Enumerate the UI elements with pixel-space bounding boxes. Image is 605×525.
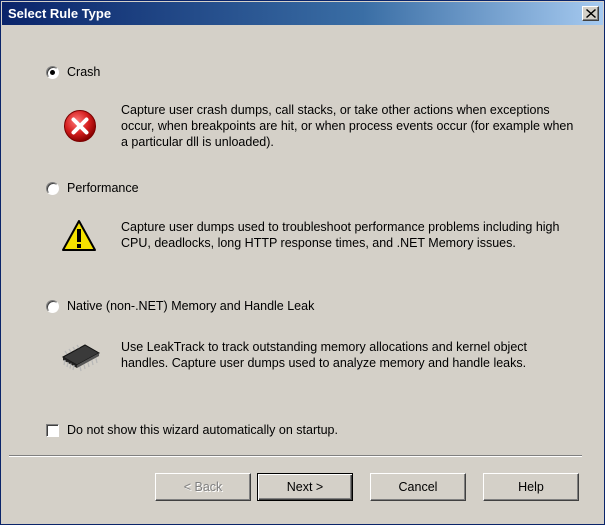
cancel-button[interactable]: Cancel xyxy=(370,473,466,501)
title-bar: Select Rule Type xyxy=(2,2,603,25)
performance-description: Capture user dumps used to troubleshoot … xyxy=(121,220,560,250)
crash-description: Capture user crash dumps, call stacks, o… xyxy=(121,103,574,149)
next-button[interactable]: Next > xyxy=(257,473,353,501)
close-button[interactable] xyxy=(582,6,599,21)
native-memory-radio[interactable] xyxy=(46,299,59,313)
crash-radio[interactable] xyxy=(46,65,59,79)
performance-radio[interactable] xyxy=(46,181,59,195)
memory-chip-icon xyxy=(59,339,103,376)
error-icon xyxy=(63,109,97,146)
crash-label: Crash xyxy=(67,65,101,79)
native-memory-description: Use LeakTrack to track outstanding memor… xyxy=(121,340,527,370)
select-rule-type-dialog: Select Rule Type Crash Capture user cras… xyxy=(0,0,605,525)
close-icon xyxy=(586,9,596,18)
performance-radio-option[interactable]: Performance xyxy=(46,179,139,197)
warning-icon xyxy=(61,219,97,256)
help-button[interactable]: Help xyxy=(483,473,579,501)
startup-checkbox[interactable] xyxy=(46,423,59,437)
crash-radio-option[interactable]: Crash xyxy=(46,63,100,81)
startup-checkbox-label: Do not show this wizard automatically on… xyxy=(67,423,338,437)
performance-label: Performance xyxy=(67,181,139,195)
native-memory-radio-option[interactable]: Native (non-.NET) Memory and Handle Leak xyxy=(46,297,314,315)
startup-checkbox-option[interactable]: Do not show this wizard automatically on… xyxy=(46,423,338,437)
dialog-title: Select Rule Type xyxy=(8,6,112,21)
separator xyxy=(9,455,582,457)
back-button[interactable]: < Back xyxy=(155,473,251,501)
native-memory-label: Native (non-.NET) Memory and Handle Leak xyxy=(67,299,315,313)
